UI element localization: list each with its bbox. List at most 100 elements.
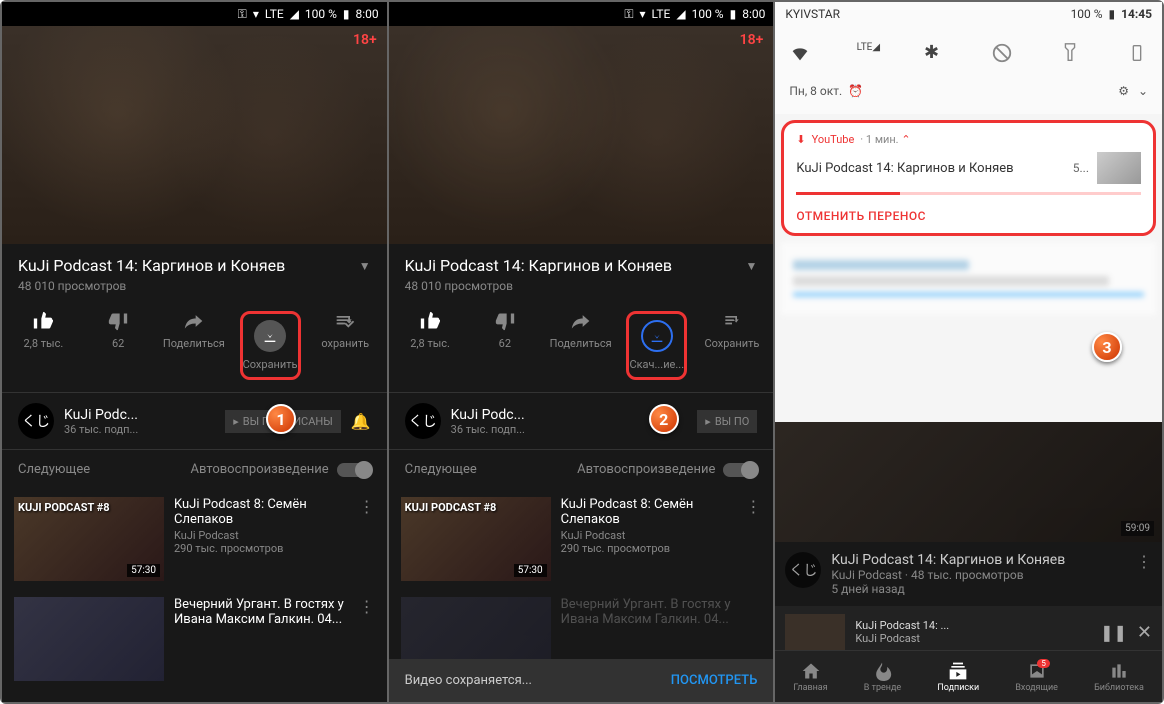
settings-icon[interactable]: ⚙ — [1118, 84, 1129, 98]
signal-icon: ◢ — [676, 7, 685, 21]
lte-signal-icon[interactable]: LTE◢ — [857, 42, 879, 64]
related-channel: KuJi Podcast — [174, 529, 349, 542]
bell-icon[interactable]: 🔔 — [351, 412, 371, 431]
bg-meta: KuJi Podcast · 48 тыс. просмотров — [831, 568, 1126, 582]
related-video-1[interactable]: KUJI PODCAST #8 57:30 KuJi Podcast 8: Се… — [2, 489, 387, 589]
youtube-notification[interactable]: ⬇ YouTube · 1 мин. ⌃ KuJi Podcast 14: Ка… — [781, 120, 1156, 236]
download-icon — [254, 320, 286, 352]
other-notification[interactable] — [781, 242, 1156, 315]
step-badge-2: 2 — [649, 404, 679, 434]
related-video-1[interactable]: KUJI PODCAST #8 57:30 KuJi Podcast 8: Се… — [389, 489, 774, 589]
related-title: Вечерний Ургант. В гостях у Ивана Максим… — [174, 597, 349, 627]
screenshot-3: KYIVSTAR 100 % ▮ 14:45 LTE◢ ✱ Пн, 8 окт.… — [775, 2, 1162, 702]
status-bar: ⚿ ▾ LTE ◢ 100 % ▮ 8:00 — [389, 2, 774, 26]
expand-icon[interactable]: ▼ — [745, 259, 757, 273]
pause-icon[interactable]: ❚❚ — [1100, 623, 1127, 642]
time-label: 14:45 — [1121, 7, 1152, 21]
more-icon[interactable]: ⋮ — [359, 497, 375, 581]
share-label: Поделиться — [163, 337, 225, 350]
rotate-icon[interactable] — [1126, 42, 1148, 64]
wifi-icon[interactable] — [789, 42, 811, 64]
dislike-button[interactable]: 62 — [475, 311, 535, 380]
battery-label: 100 % — [305, 7, 337, 21]
status-bar: ⚿ ▾ LTE ◢ 100 % ▮ 8:00 — [2, 2, 387, 26]
video-thumbnail: KUJI PODCAST #8 57:30 — [401, 497, 551, 581]
view-count: 48 010 просмотров — [2, 279, 387, 303]
nav-library[interactable]: Библиотека — [1094, 661, 1144, 693]
nav-subscriptions[interactable]: Подписки — [937, 661, 979, 693]
lte-label: LTE — [652, 7, 671, 21]
video-title[interactable]: KuJi Podcast 14: Каргинов и Коняев — [405, 256, 672, 275]
channel-avatar: くじ — [785, 552, 821, 588]
background-content: 59:09 くじ KuJi Podcast 14: Каргинов и Кон… — [775, 422, 1162, 650]
video-thumbnail — [14, 597, 164, 681]
like-count: 2,8 тыс. — [24, 337, 64, 350]
like-button[interactable]: 2,8 тыс. — [400, 311, 460, 380]
dislike-count: 62 — [499, 337, 511, 350]
cancel-button[interactable]: ОТМЕНИТЬ ПЕРЕНОС — [796, 209, 1141, 223]
download-button[interactable]: Сохранить — [240, 311, 301, 380]
snackbar-action[interactable]: ПОСМОТРЕТЬ — [671, 673, 758, 688]
video-thumbnail: 59:09 — [775, 422, 1162, 542]
age-badge: 18+ — [353, 32, 377, 48]
subscribe-button[interactable]: ▸ВЫ ПО — [697, 410, 757, 433]
step-badge-1: 1 — [266, 404, 296, 434]
mini-thumbnail — [785, 614, 845, 650]
quick-settings[interactable]: LTE◢ ✱ Пн, 8 окт. ⏰ ⚙ ⌄ — [775, 26, 1162, 114]
bg-title: KuJi Podcast 14: Каргинов и Коняев — [831, 552, 1126, 568]
downloading-button[interactable]: Скач...ие... — [626, 311, 687, 380]
more-icon[interactable]: ⋮ — [359, 597, 375, 681]
close-icon[interactable]: ✕ — [1137, 622, 1152, 643]
notif-title: KuJi Podcast 14: Каргинов и Коняев — [796, 161, 1064, 176]
duration-badge: 57:30 — [127, 564, 160, 577]
step-badge-3: 3 — [1092, 332, 1122, 362]
like-count: 2,8 тыс. — [410, 337, 450, 350]
related-views: 290 тыс. просмотров — [561, 542, 736, 555]
expand-qs-icon[interactable]: ⌄ — [1138, 84, 1148, 98]
up-next-label: Следующее — [405, 462, 477, 477]
time-label: 8:00 — [356, 7, 379, 21]
download-label: Сохранить — [243, 358, 298, 371]
save-button[interactable]: охранить — [315, 311, 375, 380]
signal-icon: ◢ — [290, 7, 299, 21]
status-bar: KYIVSTAR 100 % ▮ 14:45 — [775, 2, 1162, 26]
downloading-label: Скач...ие... — [629, 358, 684, 371]
vpn-icon: ⚿ — [624, 7, 633, 22]
more-icon[interactable]: ⋮ — [745, 497, 761, 581]
channel-name: KuJi Podc... — [64, 407, 215, 423]
channel-avatar[interactable]: くじ — [405, 403, 441, 439]
time-label: 8:00 — [742, 7, 765, 21]
downloading-icon — [641, 320, 673, 352]
inbox-badge: 5 — [1037, 659, 1050, 668]
related-title: KuJi Podcast 8: Семён Слепаков — [174, 497, 349, 527]
autoplay-toggle[interactable] — [723, 463, 757, 477]
nav-trending[interactable]: В тренде — [864, 661, 901, 693]
dnd-icon[interactable] — [991, 42, 1013, 64]
nav-home[interactable]: Главная — [793, 661, 827, 693]
related-views: 290 тыс. просмотров — [174, 542, 349, 555]
video-player[interactable]: 18+ — [389, 26, 774, 244]
save-button[interactable]: Сохранить — [702, 311, 762, 380]
collapse-icon[interactable]: ⌃ — [901, 133, 910, 146]
screenshot-2: ⚿ ▾ LTE ◢ 100 % ▮ 8:00 18+ KuJi Podcast … — [389, 2, 776, 702]
download-icon: ⬇ — [796, 133, 805, 146]
share-button[interactable]: Поделиться — [550, 311, 612, 380]
related-channel: KuJi Podcast — [561, 529, 736, 542]
autoplay-toggle[interactable] — [337, 463, 371, 477]
bluetooth-icon[interactable]: ✱ — [924, 42, 946, 64]
more-icon[interactable]: ⋮ — [1136, 552, 1152, 596]
action-row: 2,8 тыс. 62 Поделиться Скач...ие... Сохр… — [389, 303, 774, 392]
video-player[interactable]: 18+ — [2, 26, 387, 244]
channel-avatar[interactable]: くじ — [18, 403, 54, 439]
dislike-button[interactable]: 62 — [88, 311, 148, 380]
nav-inbox[interactable]: 5 Входящие — [1015, 661, 1058, 693]
share-button[interactable]: Поделиться — [163, 311, 225, 380]
channel-row[interactable]: くじ KuJi Podc... 36 тыс. подп... ▸ВЫ ПО — [389, 392, 774, 450]
video-title[interactable]: KuJi Podcast 14: Каргинов и Коняев — [18, 256, 285, 275]
flashlight-icon[interactable] — [1059, 42, 1081, 64]
channel-row[interactable]: くじ KuJi Podc... 36 тыс. подп... ▸ВЫ ПОДП… — [2, 392, 387, 450]
related-video-2[interactable]: Вечерний Ургант. В гостях у Ивана Максим… — [2, 589, 387, 689]
like-button[interactable]: 2,8 тыс. — [13, 311, 73, 380]
expand-icon[interactable]: ▼ — [359, 259, 371, 273]
action-row: 2,8 тыс. 62 Поделиться Сохранить охранит… — [2, 303, 387, 392]
